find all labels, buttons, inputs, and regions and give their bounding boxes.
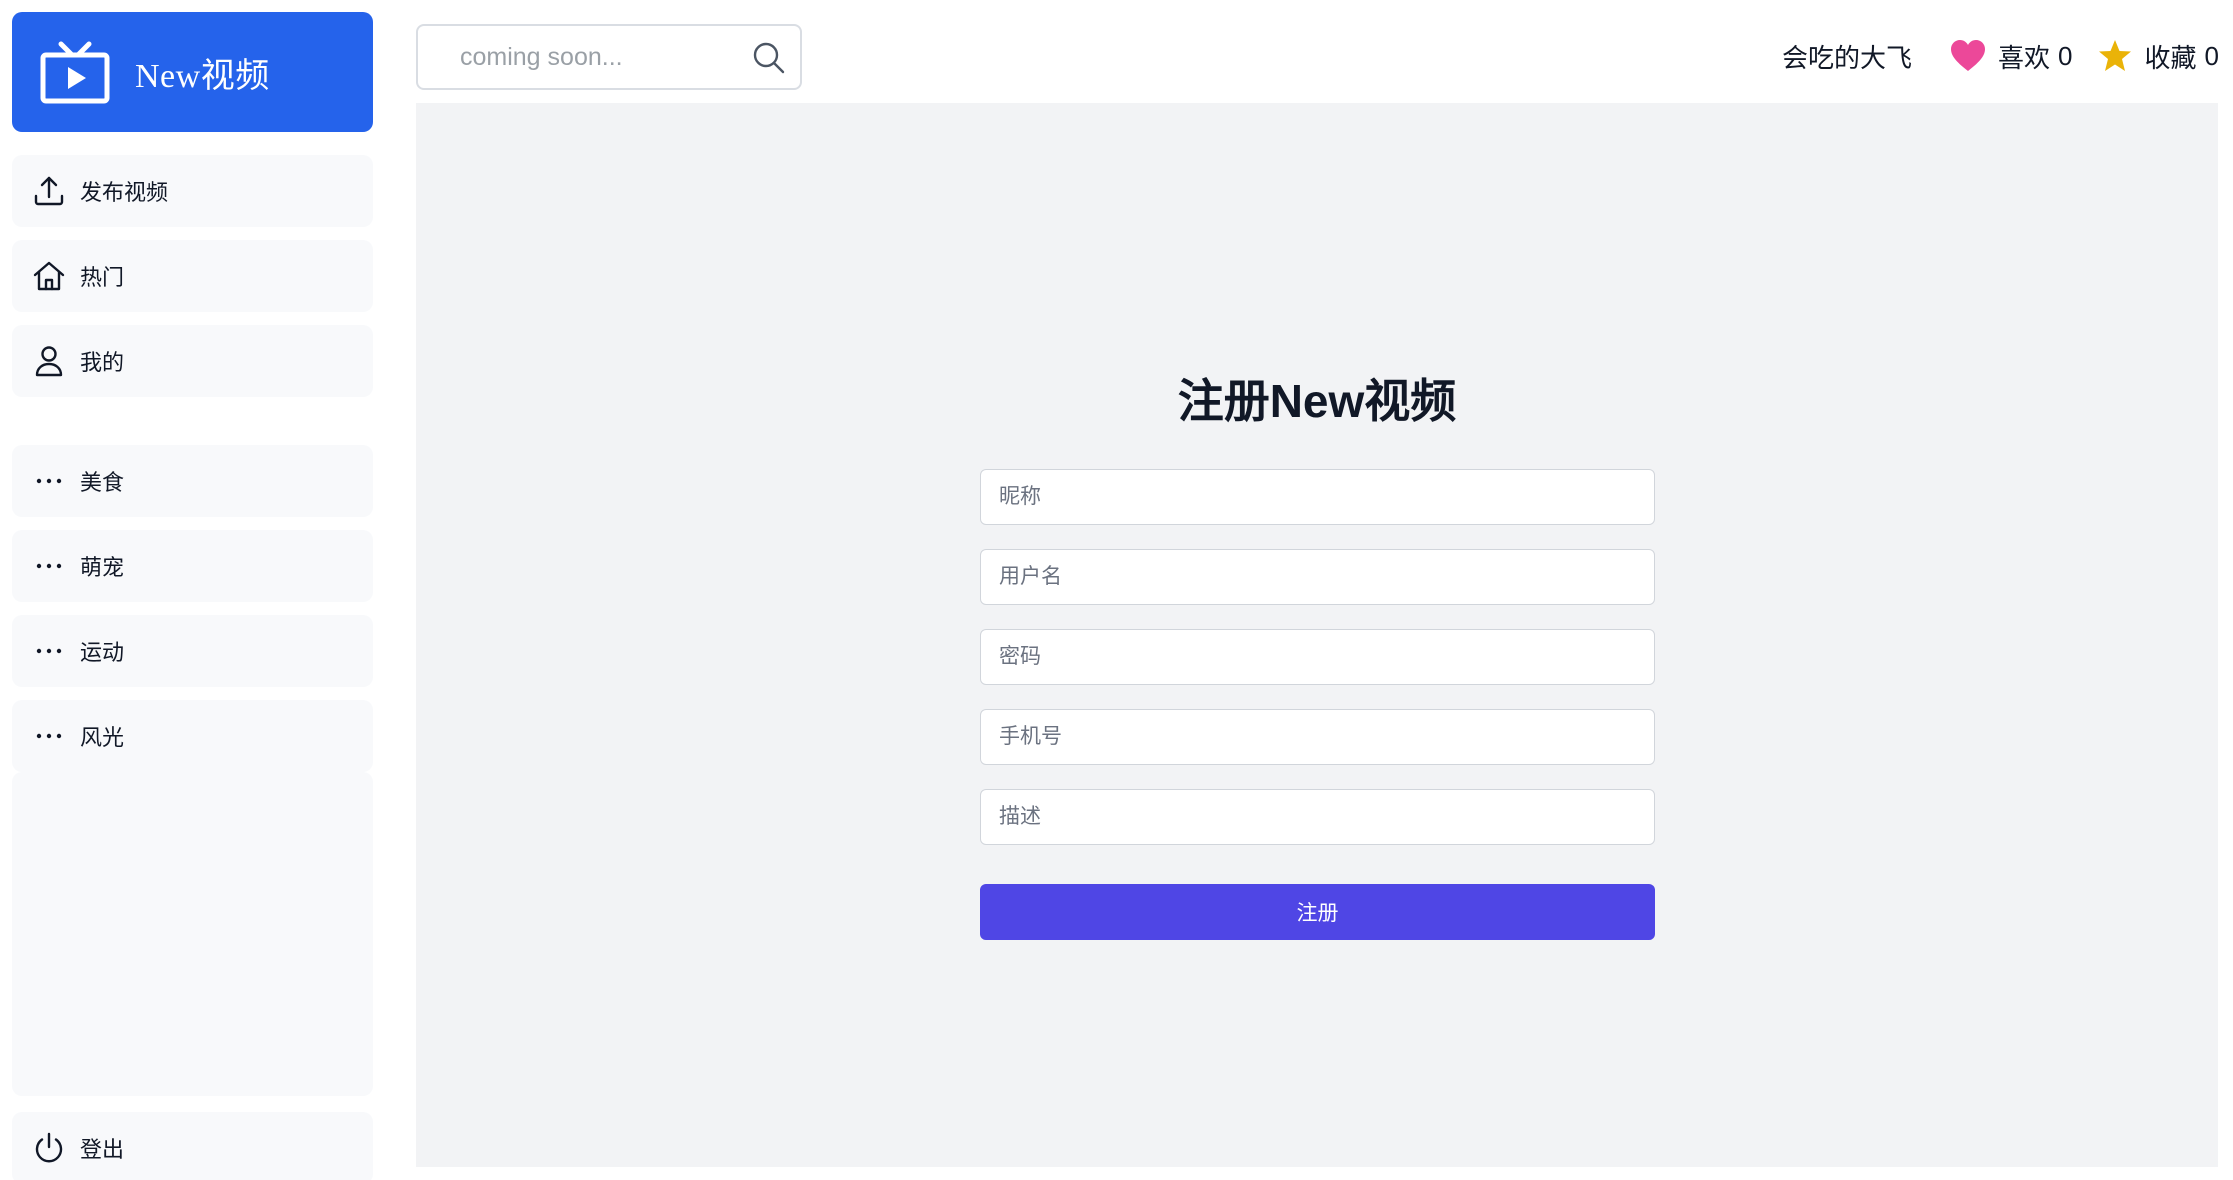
likes-label: 喜欢 xyxy=(1998,42,2051,73)
sidebar-item-hot[interactable]: 热门 xyxy=(12,240,373,312)
favorites-label: 收藏 xyxy=(2144,42,2197,73)
more-dots-icon xyxy=(32,549,66,583)
search-icon[interactable] xyxy=(752,41,786,75)
description-field[interactable] xyxy=(980,789,1655,845)
brand-title: New视频 xyxy=(135,57,270,95)
sidebar-item-upload[interactable]: 发布视频 xyxy=(12,155,373,227)
heart-icon xyxy=(1951,40,1986,71)
user-icon xyxy=(32,344,66,378)
favorites-stat[interactable]: 收藏 0 xyxy=(2097,38,2219,75)
tv-icon xyxy=(40,41,110,104)
sidebar-category-scenery[interactable]: 风光 xyxy=(12,700,373,772)
upload-icon xyxy=(32,174,66,208)
favorites-count: 0 xyxy=(2204,40,2219,71)
sidebar-category-label: 风光 xyxy=(80,725,125,750)
logout-button[interactable]: 登出 xyxy=(12,1112,373,1180)
password-field[interactable] xyxy=(980,629,1655,685)
sidebar-category-label: 美食 xyxy=(80,470,125,495)
page-title: 注册New视频 xyxy=(1177,375,1457,427)
home-icon xyxy=(32,259,66,293)
sidebar-category-label: 运动 xyxy=(80,640,125,665)
register-button[interactable]: 注册 xyxy=(980,884,1655,940)
sidebar-item-label: 我的 xyxy=(80,350,125,375)
more-dots-icon xyxy=(32,634,66,668)
sidebar-item-label: 热门 xyxy=(80,265,125,290)
logout-label: 登出 xyxy=(80,1137,125,1162)
brand-logo[interactable]: New视频 xyxy=(12,12,373,132)
sidebar-category-food[interactable]: 美食 xyxy=(12,445,373,517)
star-icon xyxy=(2098,40,2131,71)
username-field[interactable] xyxy=(980,549,1655,605)
main-content: 注册New视频 注册 xyxy=(416,103,2218,1167)
power-icon xyxy=(32,1131,66,1165)
nickname-field[interactable] xyxy=(980,469,1655,525)
user-stats-bar: 会吃的大飞 喜欢 0 收藏 0 xyxy=(1782,36,2219,76)
likes-stat[interactable]: 喜欢 0 xyxy=(1950,38,2073,75)
sidebar-spacer xyxy=(12,772,373,1096)
search-box xyxy=(416,24,802,90)
likes-count: 0 xyxy=(2058,40,2073,71)
username[interactable]: 会吃的大飞 xyxy=(1782,38,1912,75)
sidebar: New视频 发布视频 热门 我的 美食 萌宠 运动 风光 登出 xyxy=(12,12,373,1180)
search-input[interactable] xyxy=(460,42,730,72)
more-dots-icon xyxy=(32,464,66,498)
sidebar-category-pets[interactable]: 萌宠 xyxy=(12,530,373,602)
sidebar-item-label: 发布视频 xyxy=(80,180,169,205)
sidebar-category-sports[interactable]: 运动 xyxy=(12,615,373,687)
phone-field[interactable] xyxy=(980,709,1655,765)
sidebar-category-label: 萌宠 xyxy=(80,555,125,580)
more-dots-icon xyxy=(32,719,66,753)
sidebar-item-mine[interactable]: 我的 xyxy=(12,325,373,397)
